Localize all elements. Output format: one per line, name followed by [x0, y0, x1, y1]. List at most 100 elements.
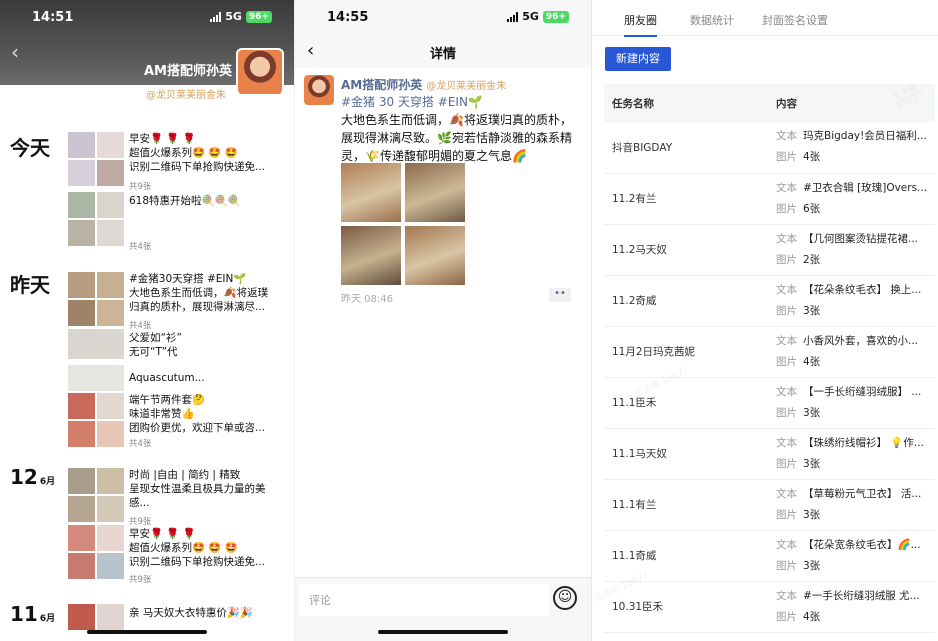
content-image-line: 图片 6张 — [776, 199, 932, 220]
text-label: 文本 — [776, 283, 797, 296]
home-indicator — [378, 630, 508, 634]
image-label: 图片 — [776, 457, 797, 470]
signal-icon — [507, 11, 519, 22]
profile-name: AM搭配师孙英 — [144, 64, 232, 79]
content-images: 3张 — [803, 508, 821, 521]
content-text: #卫衣合辑 [玫瑰]Overs... — [803, 181, 928, 194]
avatar[interactable] — [304, 75, 334, 105]
tab-bar: 朋友圈 数据统计 封面签名设置 — [592, 0, 938, 37]
table-row[interactable]: 11.2马天奴 文本 【几何图案烫钻提花裙... 图片 2张 — [604, 224, 935, 276]
content-text: 【几何图案烫钻提花裙... — [803, 232, 919, 245]
image-label: 图片 — [776, 610, 797, 623]
post-count: 共4张 — [129, 321, 152, 331]
post-count: 共9张 — [129, 517, 152, 527]
task-name: 11.2奇威 — [604, 275, 768, 327]
tab-moments[interactable]: 朋友圈 — [624, 12, 657, 37]
post-text: 早安🌹 🌹 🌹 超值火爆系列🤩 🤩 🤩 识别二维码下单抢购快递免... — [129, 133, 266, 173]
table-row[interactable]: 11月2日玛克茜妮 文本 小香风外套，喜欢的小... 图片 4张 — [604, 326, 935, 378]
back-arrow-icon[interactable]: ‹ — [11, 40, 19, 64]
text-label: 文本 — [776, 334, 797, 347]
content-images: 3张 — [803, 559, 821, 572]
content-images: 6张 — [803, 202, 821, 215]
new-content-button[interactable]: 新建内容 — [605, 47, 671, 71]
emoji-icon[interactable]: ☺ — [553, 586, 577, 610]
task-name: 11.2有兰 — [604, 173, 768, 225]
image-label: 图片 — [776, 406, 797, 419]
tab-statistics[interactable]: 数据统计 — [690, 12, 734, 28]
content-image-line: 图片 3张 — [776, 556, 932, 577]
task-content: 文本 【珠绣绗线帽衫】 💡作... 图片 3张 — [768, 428, 935, 480]
content-text-line: 文本 【花朵条纹毛衣】 换上... — [776, 280, 932, 301]
table-row[interactable]: 11.2有兰 文本 #卫衣合辑 [玫瑰]Overs... 图片 6张 — [604, 173, 935, 225]
task-content: 文本 #一手长绗缝羽绒服 尤... 图片 4张 — [768, 581, 935, 633]
content-text-line: 文本 【一手长绗缝羽绒服】 ... — [776, 382, 932, 403]
post-thumbnail — [68, 525, 124, 579]
post-photo[interactable] — [341, 226, 401, 285]
table-row[interactable]: 11.1有兰 文本 【草莓粉元气卫衣】 活... 图片 3张 — [604, 479, 935, 531]
post-text: 早安🌹 🌹 🌹 超值火爆系列🤩 🤩 🤩 识别二维码下单抢购快递免... — [129, 528, 266, 568]
comment-input[interactable]: 评论 — [299, 584, 549, 616]
table-row[interactable]: 11.1马天奴 文本 【珠绣绗线帽衫】 💡作... 图片 3张 — [604, 428, 935, 480]
text-label: 文本 — [776, 436, 797, 449]
post-thumbnail — [68, 365, 124, 391]
content-images: 4张 — [803, 355, 821, 368]
task-content: 文本 【花朵宽条纹毛衣】🌈... 图片 3张 — [768, 530, 935, 582]
post-time: 昨天 08:46 — [341, 294, 393, 305]
task-name: 11.1臣禾 — [604, 377, 768, 429]
day-label: 12 6月 — [10, 465, 56, 489]
content-image-line: 图片 3张 — [776, 454, 932, 475]
post-tags[interactable]: #金猪 30 天穿搭 #EIN🌱 — [341, 93, 579, 111]
home-indicator — [87, 630, 207, 634]
image-label: 图片 — [776, 355, 797, 368]
task-content: 文本 【一手长绗缝羽绒服】 ... 图片 3张 — [768, 377, 935, 429]
content-images: 3张 — [803, 406, 821, 419]
table-row[interactable]: 11.1奇威 文本 【花朵宽条纹毛衣】🌈... 图片 3张 — [604, 530, 935, 582]
post-thumbnail — [68, 468, 124, 522]
admin-panel: 朋友圈 数据统计 封面签名设置 新建内容 任务名称 内容 抖音BIGDAY 文本玛… — [591, 0, 938, 641]
post-text: 618特惠开始啦🍭🍭🍭 — [129, 195, 241, 207]
post-detail-panel: 14:55 5G 96+ ‹ 详情 AM搭配师孙英 @龙贝莱美丽金朱 #金猪 30… — [294, 0, 591, 641]
content-text: 【珠绣绗线帽衫】 💡作... — [803, 436, 924, 449]
table-row[interactable]: 11.2奇威 文本 【花朵条纹毛衣】 换上... 图片 3张 — [604, 275, 935, 327]
content-images: 4张 — [803, 151, 821, 164]
post-body: #金猪 30 天穿搭 #EIN🌱 大地色系生而低调，🍂将返璞归真的质朴，展现得淋… — [341, 93, 579, 165]
more-actions-icon[interactable]: •• — [549, 288, 571, 302]
content-text: 玛克Bigday!会员日福利... — [803, 130, 927, 143]
post-photo[interactable] — [341, 163, 401, 222]
author-name[interactable]: AM搭配师孙英 @龙贝莱美丽金朱 — [341, 76, 506, 93]
status-bar: 14:51 5G 96+ — [0, 10, 294, 28]
moments-profile-panel: 14:51 5G 96+ ‹ AM搭配师孙英 @龙贝莱美丽金朱 今天 早安🌹 🌹… — [0, 0, 294, 641]
task-name: 11.1奇威 — [604, 530, 768, 582]
post-thumbnail — [68, 393, 124, 447]
task-name: 抖音BIGDAY — [604, 122, 768, 174]
status-time: 14:51 — [32, 10, 74, 25]
post-thumbnail — [68, 192, 124, 246]
content-image-line: 图片 4张 — [776, 147, 932, 168]
image-label: 图片 — [776, 253, 797, 266]
table-row[interactable]: 10.31臣禾 文本 #一手长绗缝羽绒服 尤... 图片 4张 — [604, 581, 935, 633]
task-content: 文本 【草莓粉元气卫衣】 活... 图片 3张 — [768, 479, 935, 531]
tab-cover-settings[interactable]: 封面签名设置 — [762, 12, 828, 28]
content-images: 3张 — [803, 304, 821, 317]
avatar[interactable] — [236, 48, 284, 96]
post-text: 亲 马天奴大衣特惠价🎉🎉 — [129, 607, 253, 619]
task-table: 任务名称 内容 抖音BIGDAY 文本 玛克Bigday!会员日福利... 图片 4张 1… — [604, 84, 935, 633]
content-image-line: 图片 2张 — [776, 250, 932, 271]
table-row[interactable]: 抖音BIGDAY 文本 玛克Bigday!会员日福利... 图片 4张 — [604, 122, 935, 174]
post-photo[interactable] — [405, 163, 465, 222]
author-sub: @龙贝莱美丽金朱 — [426, 81, 507, 92]
content-image-line: 图片 4张 — [776, 607, 932, 628]
content-images: 3张 — [803, 457, 821, 470]
text-label: 文本 — [776, 538, 797, 551]
task-content: 文本 小香风外套，喜欢的小... 图片 4张 — [768, 326, 935, 378]
network-label: 5G — [225, 10, 242, 23]
signal-icon — [210, 11, 222, 22]
task-name: 11.1马天奴 — [604, 428, 768, 480]
detail-header: 14:55 5G 96+ ‹ 详情 — [295, 0, 591, 68]
content-text-line: 文本 小香风外套，喜欢的小... — [776, 331, 932, 352]
profile-signature: @龙贝莱美丽金朱 — [146, 90, 226, 101]
post-text: 时尚 |自由 | 简约 | 精致 呈现女性温柔且极具力量的美 感... — [129, 469, 266, 509]
content-text-line: 文本 #一手长绗缝羽绒服 尤... — [776, 586, 932, 607]
task-name: 11.1有兰 — [604, 479, 768, 531]
post-photo[interactable] — [405, 226, 465, 285]
